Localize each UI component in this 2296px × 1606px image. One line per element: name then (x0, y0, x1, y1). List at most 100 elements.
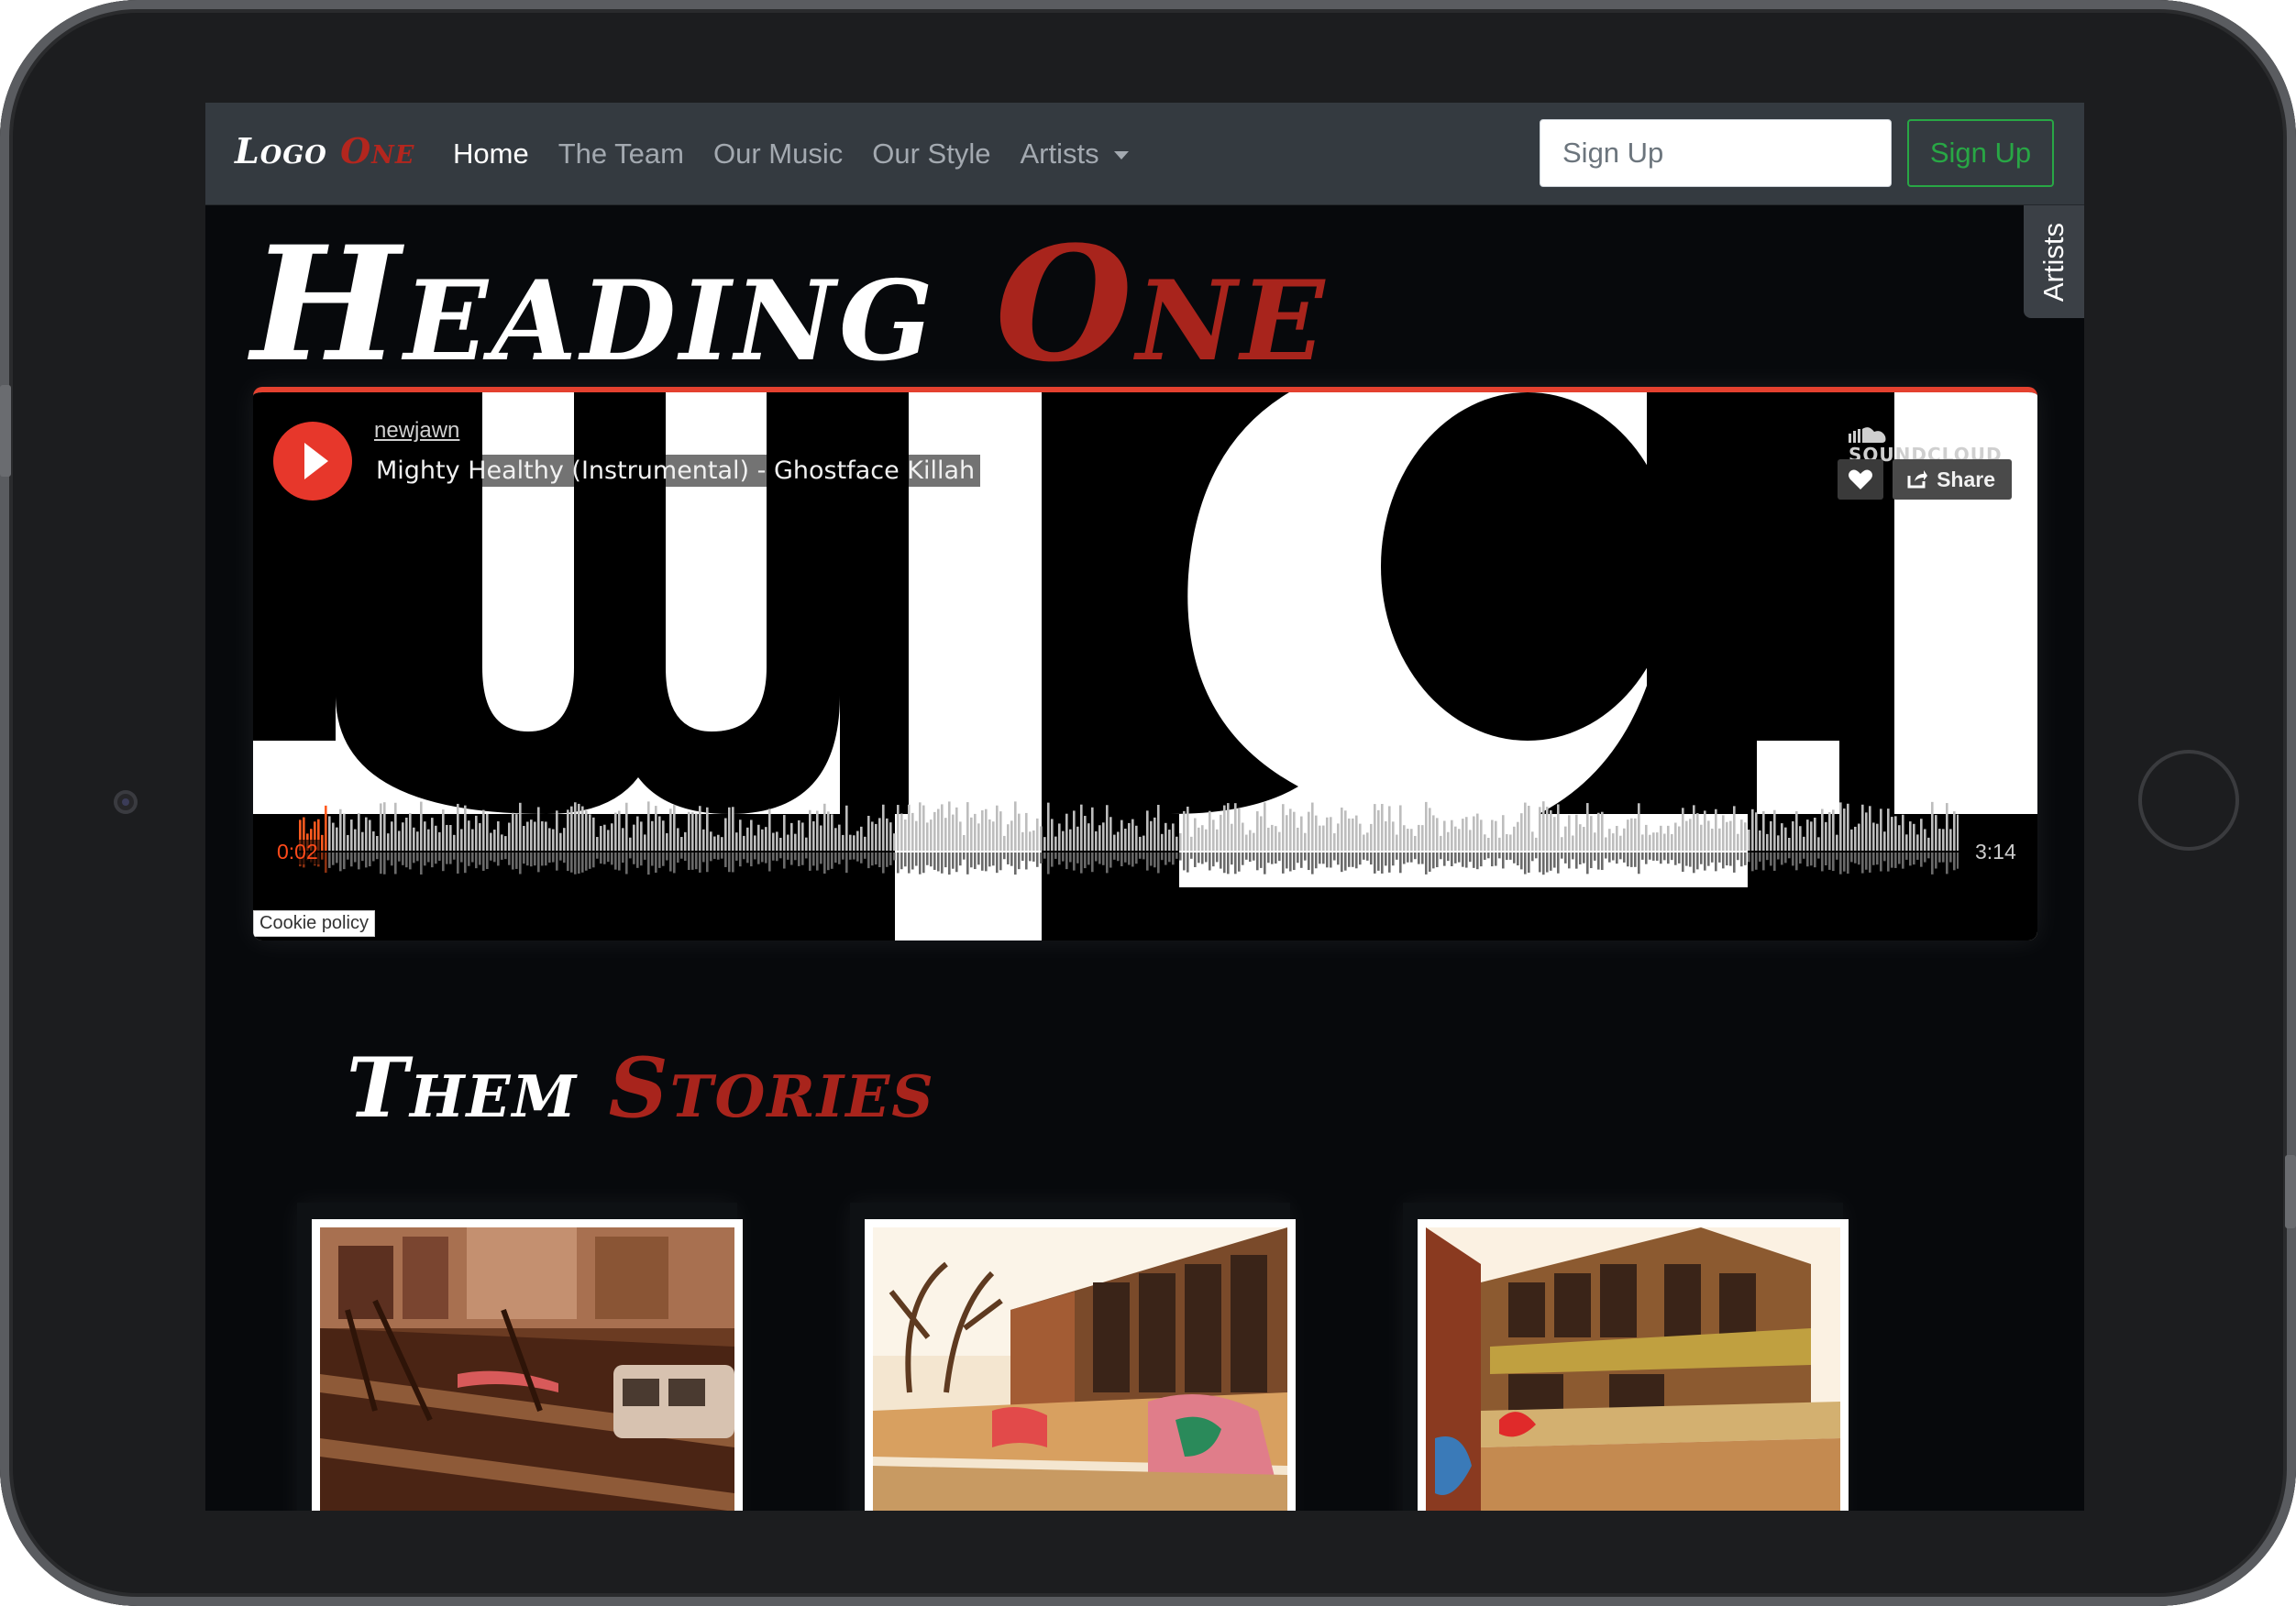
waveform-reflection-bar (1773, 852, 1776, 871)
share-button[interactable]: Share (1893, 459, 2012, 500)
uploader-link[interactable]: newjawn (370, 418, 464, 444)
waveform-reflection-bar (1847, 852, 1849, 874)
nav-link-our-style[interactable]: Our Style (872, 138, 990, 170)
waveform-reflection-bar (416, 852, 419, 862)
waveform-bar (1429, 808, 1431, 851)
waveform-bar (1278, 831, 1281, 851)
waveform-reflection-bar (1920, 852, 1923, 867)
waveform-bar (1744, 822, 1747, 851)
waveform-reflection-bar (684, 852, 687, 862)
waveform-reflection-bar (776, 852, 778, 862)
signup-input[interactable] (1540, 119, 1892, 187)
home-button[interactable] (2138, 750, 2239, 851)
nav-link-the-team[interactable]: The Team (558, 138, 684, 170)
waveform-bar (1102, 822, 1105, 851)
waveform-reflection-bar (1165, 852, 1167, 865)
waveform-reflection-bar (721, 852, 723, 859)
waveform-reflection-bar (988, 852, 991, 867)
waveform-bar (1803, 836, 1805, 851)
waveform-reflection-bar (1645, 852, 1648, 864)
play-button[interactable] (273, 422, 352, 500)
waveform-bar (1062, 830, 1065, 851)
waveform[interactable] (299, 794, 1959, 886)
waveform-reflection-bar (413, 852, 415, 864)
cookie-policy-link[interactable]: Cookie policy (253, 910, 375, 937)
waveform-reflection-bar (475, 852, 478, 869)
waveform-bar (1766, 833, 1769, 851)
waveform-reflection-bar (1883, 852, 1886, 862)
waveform-bar (743, 835, 745, 851)
brand-logo[interactable]: Logo One (235, 130, 414, 171)
waveform-bar (1762, 810, 1765, 851)
waveform-bar (915, 820, 918, 851)
waveform-reflection-bar (1315, 852, 1318, 869)
waveform-bar (1777, 835, 1780, 851)
waveform-reflection-bar (332, 852, 335, 865)
waveform-bar (1106, 805, 1109, 851)
waveform-bar (691, 812, 694, 851)
waveform-bar (1194, 818, 1197, 851)
waveform-reflection-bar (1590, 852, 1593, 869)
waveform-reflection-bar (442, 852, 445, 872)
waveform-bar (1337, 823, 1340, 851)
nav-link-our-music[interactable]: Our Music (713, 138, 843, 170)
waveform-reflection-bar (1465, 852, 1468, 868)
waveform-bar (1788, 837, 1791, 851)
waveform-bar (497, 820, 500, 851)
waveform-bar (1898, 825, 1901, 851)
waveform-bar (658, 816, 661, 851)
waveform-reflection-bar (1693, 852, 1695, 874)
waveform-reflection-bar (1256, 852, 1259, 871)
waveform-bar (559, 832, 562, 851)
waveform-reflection-bar (1806, 852, 1809, 867)
waveform-bar (1586, 803, 1589, 851)
waveform-bar (1795, 811, 1798, 851)
waveform-bar (468, 820, 470, 851)
waveform-bar (537, 807, 540, 851)
waveform-reflection-bar (842, 852, 844, 860)
waveform-reflection-bar (1429, 852, 1431, 872)
waveform-bar (750, 820, 753, 851)
waveform-reflection-bar (1337, 852, 1340, 865)
nav-link-home[interactable]: Home (453, 138, 529, 170)
waveform-bar (1388, 806, 1391, 851)
story-card[interactable] (1403, 1203, 1849, 1511)
artists-side-tab[interactable]: Artists (2024, 205, 2084, 318)
waveform-bar (1128, 822, 1131, 851)
waveform-bar (1366, 832, 1369, 851)
waveform-bar (1399, 805, 1402, 851)
waveform-bar (1861, 804, 1864, 851)
waveform-reflection-bar (567, 852, 569, 872)
waveform-bar (710, 831, 712, 851)
waveform-bar (941, 804, 944, 851)
waveform-reflection-bar (1671, 852, 1673, 861)
story-image-factory[interactable] (873, 1227, 1287, 1511)
waveform-reflection-bar (376, 852, 379, 860)
waveform-bar (486, 813, 489, 851)
waveform-reflection-bar (889, 852, 892, 865)
waveform-reflection-bar (1726, 852, 1728, 866)
like-button[interactable] (1838, 459, 1883, 500)
waveform-bar (1407, 829, 1409, 851)
track-title[interactable]: Mighty Healthy (Instrumental) - Ghostfac… (370, 455, 981, 487)
waveform-bar (457, 803, 459, 851)
waveform-reflection-bar (1740, 852, 1743, 867)
waveform-bar (1858, 823, 1860, 851)
signup-button[interactable]: Sign Up (1907, 119, 2054, 187)
story-card[interactable] (850, 1203, 1296, 1511)
waveform-reflection-bar (369, 852, 371, 867)
nav-dropdown-artists[interactable]: Artists (1020, 138, 1129, 170)
waveform-reflection-bar (1663, 852, 1666, 861)
waveform-bar (1935, 815, 1937, 851)
waveform-bar (1924, 829, 1926, 851)
story-card[interactable] (297, 1203, 743, 1511)
waveform-reflection-bar (930, 852, 933, 867)
waveform-reflection-bar (336, 852, 338, 864)
story-image-subway[interactable] (320, 1227, 734, 1511)
waveform-reflection-bar (816, 852, 819, 871)
waveform-bar (1583, 827, 1585, 851)
story-card-frame (312, 1219, 743, 1511)
story-image-graffiti-building[interactable] (1426, 1227, 1840, 1511)
waveform-reflection-bar (1696, 852, 1699, 870)
soundcloud-player: newjawn Mighty Healthy (Instrumental) - … (253, 387, 2037, 940)
